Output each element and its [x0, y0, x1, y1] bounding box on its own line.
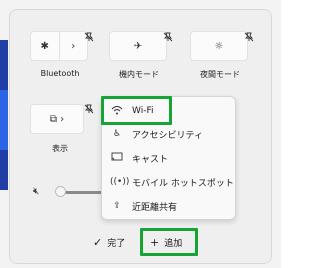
airplane-mode-tile[interactable]: ✈ [109, 31, 167, 61]
bluetooth-icon[interactable]: ✱ [31, 32, 59, 60]
menu-item-label: アクセシビリティ [132, 130, 204, 141]
tile-label-night-light: 夜間モード [200, 70, 240, 79]
tile-label-airplane: 機内モード [119, 70, 159, 79]
wallpaper-edge-accent [0, 90, 8, 150]
accessibility-icon: ♿︎ [112, 129, 122, 139]
unpin-icon[interactable] [244, 32, 254, 42]
menu-item-label: キャスト [132, 154, 169, 165]
add-quick-setting-menu: Wi-Fi ♿︎ アクセシビリティ キャスト ((•)) モバイル ホットスポッ… [101, 96, 236, 220]
menu-item-label: モバイル ホットスポット [132, 178, 234, 189]
done-label: 完了 [107, 239, 126, 249]
unpin-icon[interactable] [163, 32, 173, 42]
done-button[interactable]: ✓ 完了 [93, 236, 125, 249]
check-icon: ✓ [93, 236, 103, 249]
menu-item-accessibility[interactable]: ♿︎ アクセシビリティ [102, 123, 237, 145]
airplane-icon: ✈ [133, 40, 143, 52]
add-button[interactable]: + 追加 [150, 236, 182, 249]
plus-icon: + [150, 236, 160, 249]
wifi-icon [110, 105, 124, 118]
menu-item-nearby-share[interactable]: ⇪ 近距離共有 [102, 195, 237, 217]
tile-label-project: 表示 [52, 144, 68, 153]
nearby-share-icon: ⇪ [113, 201, 121, 211]
volume-thumb[interactable] [55, 186, 66, 197]
volume-muted-icon[interactable]: 🔇︎ [33, 186, 39, 197]
unpin-icon[interactable] [84, 104, 94, 114]
project-tile[interactable]: ⧉ › [30, 104, 84, 134]
menu-item-label: Wi-Fi [132, 106, 154, 116]
unpin-icon[interactable] [84, 32, 94, 42]
add-label: 追加 [164, 239, 183, 249]
project-icon[interactable]: ⧉ › [31, 105, 83, 133]
bluetooth-tile[interactable]: ✱ › [30, 31, 88, 61]
night-light-tile[interactable]: ☼ [190, 31, 248, 61]
chevron-right-icon[interactable]: › [58, 32, 88, 60]
menu-item-mobile-hotspot[interactable]: ((•)) モバイル ホットスポット [102, 171, 237, 193]
brightness-icon: ☼ [214, 40, 224, 52]
hotspot-icon: ((•)) [110, 177, 130, 187]
menu-item-cast[interactable]: キャスト [102, 147, 237, 169]
tile-label-bluetooth: Bluetooth [40, 69, 80, 78]
menu-item-label: 近距離共有 [132, 202, 178, 213]
cast-icon [110, 152, 124, 165]
menu-item-wifi[interactable]: Wi-Fi [102, 100, 237, 122]
